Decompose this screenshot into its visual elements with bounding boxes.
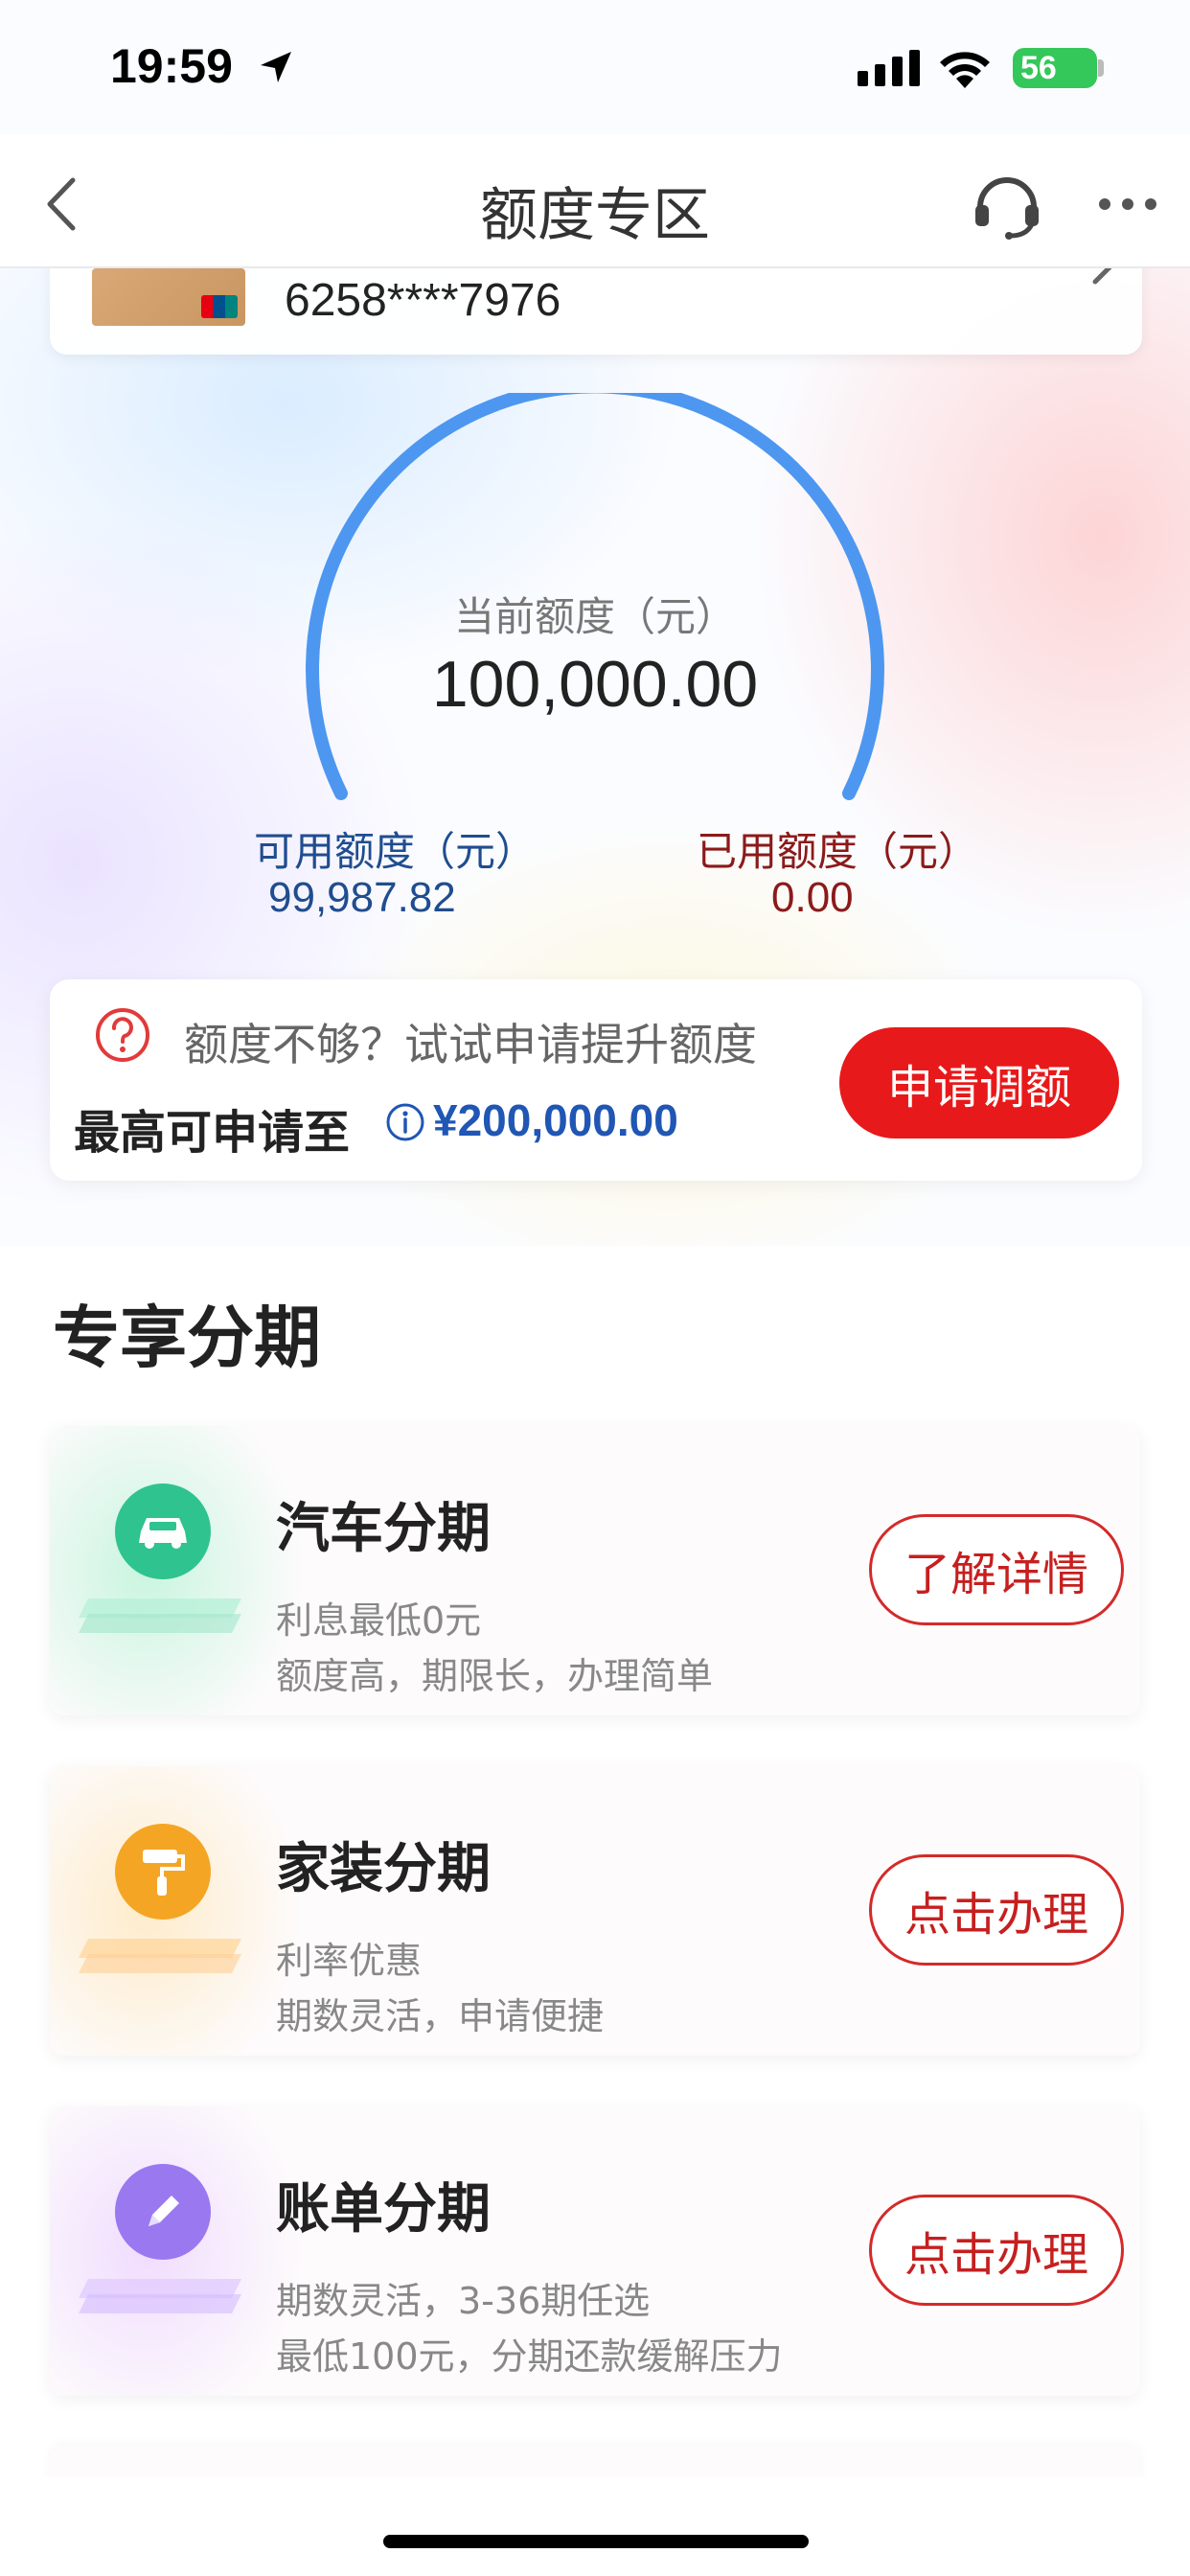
item-description-1: 利息最低0元 bbox=[276, 1599, 482, 1642]
home-indicator[interactable] bbox=[383, 2535, 809, 2548]
unionpay-logo bbox=[201, 295, 238, 318]
item-title: 汽车分期 bbox=[276, 1498, 491, 1560]
limit-increase-prompt: 额度不够？试试申请提升额度 bbox=[184, 1019, 757, 1070]
max-limit-value: ¥200,000.00 bbox=[433, 1095, 678, 1145]
card-thumbnail bbox=[92, 268, 245, 326]
current-limit-value: 100,000.00 bbox=[431, 648, 759, 721]
item-title: 家装分期 bbox=[276, 1838, 491, 1900]
limit-increase-panel: 额度不够？试试申请提升额度 最高可申请至 ¥200,000.00 申请调额 bbox=[50, 979, 1142, 1181]
info-icon[interactable] bbox=[385, 1102, 425, 1142]
used-limit-label: 已用额度（元） bbox=[697, 828, 979, 875]
installment-card-home-renovation[interactable]: 家装分期 利率优惠 期数灵活，申请便捷 点击办理 bbox=[50, 1766, 1140, 2056]
available-limit-value: 99,987.82 bbox=[268, 874, 456, 921]
platform-decoration bbox=[79, 2279, 241, 2313]
car-icon bbox=[115, 1484, 211, 1579]
installment-card-car[interactable]: 汽车分期 利息最低0元 额度高，期限长，办理简单 了解详情 bbox=[50, 1426, 1140, 1715]
learn-more-button[interactable]: 了解详情 bbox=[869, 1514, 1124, 1625]
navigation-bar: 额度专区 bbox=[0, 134, 1190, 268]
section-title: 专享分期 bbox=[53, 1299, 321, 1377]
available-limit-label: 可用额度（元） bbox=[254, 828, 537, 875]
platform-decoration bbox=[79, 1939, 241, 1973]
item-description-2: 额度高，期限长，办理简单 bbox=[276, 1655, 714, 1697]
platform-decoration bbox=[79, 1598, 241, 1633]
location-arrow-icon bbox=[261, 52, 291, 82]
item-description-1: 利率优惠 bbox=[276, 1940, 423, 1982]
pencil-icon bbox=[115, 2164, 211, 2260]
bottom-safe-area bbox=[0, 2477, 1190, 2576]
item-description-2: 最低100元，分期还款缓解压力 bbox=[276, 2335, 783, 2378]
current-limit-label: 当前额度（元） bbox=[453, 593, 736, 640]
more-options-icon[interactable] bbox=[1098, 197, 1157, 211]
paint-roller-icon bbox=[115, 1824, 211, 1920]
question-mark-icon[interactable] bbox=[92, 1004, 153, 1066]
status-time: 19:59 bbox=[110, 39, 233, 93]
item-description-1: 期数灵活，3-36期任选 bbox=[276, 2280, 651, 2322]
wifi-icon bbox=[940, 52, 990, 88]
status-bar: 19:59 56 bbox=[0, 0, 1190, 134]
apply-limit-adjust-button[interactable]: 申请调额 bbox=[839, 1027, 1119, 1138]
card-number: 6258****7976 bbox=[285, 275, 561, 326]
used-limit-value: 0.00 bbox=[771, 874, 854, 921]
installment-card-bill[interactable]: 账单分期 期数灵活，3-36期任选 最低100元，分期还款缓解压力 点击办理 bbox=[50, 2106, 1140, 2396]
customer-service-icon[interactable] bbox=[971, 169, 1043, 242]
battery-tip bbox=[1098, 59, 1104, 77]
apply-now-button[interactable]: 点击办理 bbox=[869, 2195, 1124, 2306]
apply-now-button[interactable]: 点击办理 bbox=[869, 1854, 1124, 1966]
cellular-signal-icon bbox=[858, 50, 920, 86]
battery-indicator: 56 bbox=[1013, 48, 1097, 88]
battery-level: 56 bbox=[1020, 49, 1057, 86]
item-title: 账单分期 bbox=[276, 2178, 491, 2241]
max-limit-label: 最高可申请至 bbox=[74, 1106, 351, 1160]
item-description-2: 期数灵活，申请便捷 bbox=[276, 1995, 605, 2037]
